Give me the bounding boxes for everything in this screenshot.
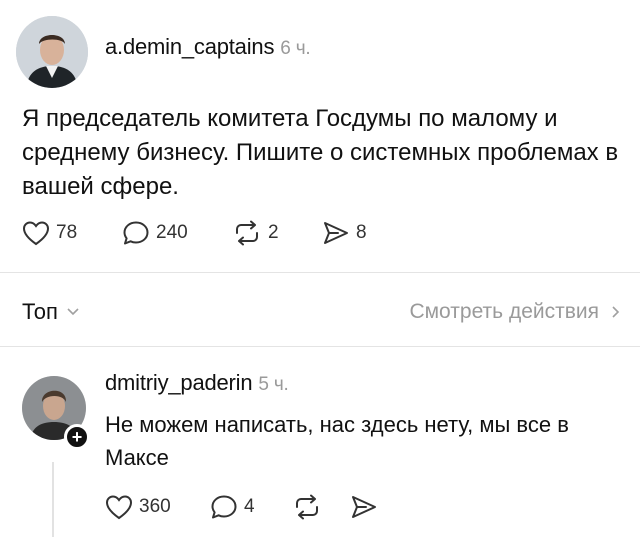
repost-icon [296,494,318,520]
repost-count: 2 [268,222,279,243]
send-icon [324,222,348,244]
reply-author-username[interactable]: dmitriy_paderin 5 ч. [105,370,289,396]
comment-button[interactable]: 240 [122,220,232,246]
post-text: Я председатель комитета Госдумы по малом… [22,105,619,200]
reply-comment-button[interactable]: 4 [210,494,292,520]
sort-label: Топ [22,299,58,324]
reply-actions: 360 4 [105,494,378,520]
divider [0,346,640,347]
comment-bubble-icon [211,495,237,519]
reply-comment-count: 4 [244,496,255,517]
heart-icon [105,495,133,520]
reply-like-count: 360 [139,496,171,517]
share-button[interactable]: 8 [322,220,382,246]
divider [0,272,640,273]
view-activity-link[interactable]: Смотреть действия [409,300,620,324]
reply-repost-button[interactable] [292,494,350,520]
thread-line [52,462,54,537]
author-username[interactable]: a.demin_captains 6 ч. [105,34,311,60]
comment-bubble-icon [123,221,149,245]
follow-plus-button[interactable]: + [64,424,90,450]
repost-icon [236,220,258,246]
reply-like-button[interactable]: 360 [105,494,210,520]
like-button[interactable]: 78 [22,220,122,246]
view-activity-label: Смотреть действия [409,300,599,323]
send-icon [352,496,376,518]
author-avatar[interactable] [16,16,88,88]
comment-count: 240 [156,222,188,243]
repost-button[interactable]: 2 [232,220,322,246]
reply-time: 5 ч. [258,374,289,395]
post-actions: 78 240 2 8 [22,220,382,246]
reply-text: Не можем написать, нас здесь нету, мы вс… [105,412,569,470]
chevron-right-icon [612,306,620,318]
reply-share-button[interactable] [350,494,378,520]
replies-toolbar: Топ Смотреть действия [22,297,620,327]
chevron-down-icon [67,308,79,316]
share-count: 8 [356,222,367,243]
post-time: 6 ч. [280,38,311,59]
heart-icon [22,221,50,246]
sort-dropdown[interactable]: Топ [22,299,80,325]
like-count: 78 [56,222,78,243]
